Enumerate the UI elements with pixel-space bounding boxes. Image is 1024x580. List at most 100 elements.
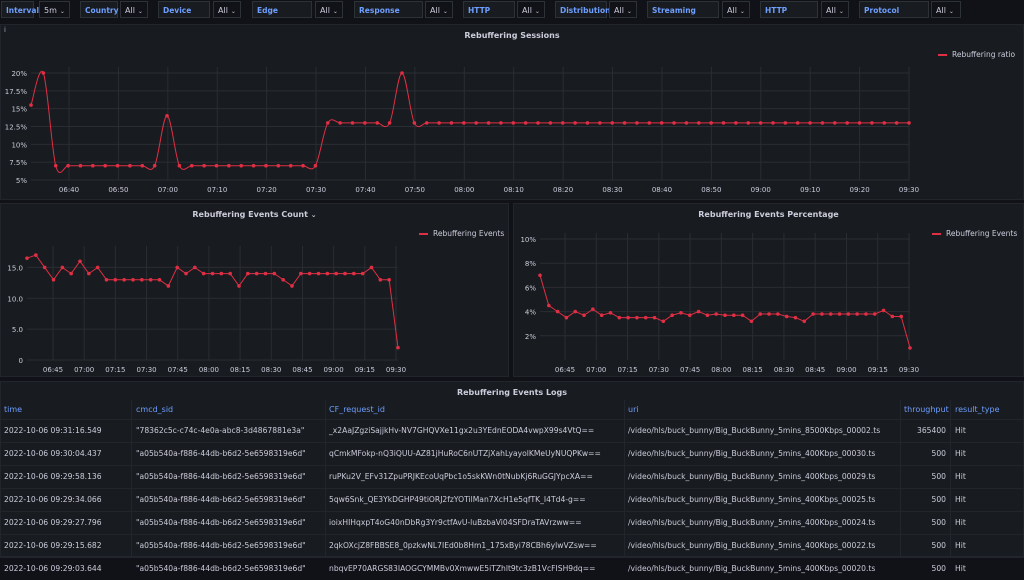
data-point[interactable]	[228, 272, 232, 276]
column-header-cf-request-id[interactable]: CF_request_id	[329, 405, 385, 419]
data-point[interactable]	[158, 278, 162, 282]
data-point[interactable]	[202, 164, 206, 168]
data-point[interactable]	[524, 121, 528, 125]
data-point[interactable]	[697, 310, 701, 314]
data-point[interactable]	[387, 278, 391, 282]
table-row[interactable]: 2022-10-06 09:29:27.796"a05b540a-f886-44…	[0, 511, 1024, 534]
data-point[interactable]	[644, 316, 648, 320]
data-point[interactable]	[538, 274, 542, 278]
data-point[interactable]	[246, 272, 250, 276]
data-point[interactable]	[648, 121, 652, 125]
data-point[interactable]	[116, 164, 120, 168]
data-point[interactable]	[820, 312, 824, 316]
data-point[interactable]	[688, 313, 692, 317]
data-point[interactable]	[767, 312, 771, 316]
data-point[interactable]	[290, 284, 294, 288]
data-point[interactable]	[69, 272, 73, 276]
data-point[interactable]	[547, 304, 551, 308]
data-point[interactable]	[103, 164, 107, 168]
data-point[interactable]	[52, 278, 56, 282]
data-point[interactable]	[573, 310, 577, 314]
data-point[interactable]	[653, 316, 657, 320]
data-point[interactable]	[299, 272, 303, 276]
data-point[interactable]	[565, 316, 569, 320]
data-point[interactable]	[821, 121, 825, 125]
data-point[interactable]	[895, 121, 899, 125]
var-select-distribution[interactable]: All⌄	[609, 1, 637, 18]
data-point[interactable]	[609, 311, 613, 315]
data-point[interactable]	[907, 121, 911, 125]
data-point[interactable]	[361, 272, 365, 276]
data-point[interactable]	[29, 103, 33, 107]
data-point[interactable]	[706, 313, 710, 317]
data-point[interactable]	[175, 266, 179, 270]
data-point[interactable]	[388, 121, 392, 125]
data-point[interactable]	[66, 164, 70, 168]
table-row[interactable]: 2022-10-06 09:29:15.682"a05b540a-f886-44…	[0, 534, 1024, 557]
var-select-protocol-version[interactable]: All⌄	[931, 1, 961, 18]
data-point[interactable]	[582, 313, 586, 317]
data-point[interactable]	[375, 121, 379, 125]
data-point[interactable]	[128, 164, 132, 168]
data-point[interactable]	[882, 309, 886, 313]
var-select-interval[interactable]: 5m⌄	[39, 1, 70, 18]
data-point[interactable]	[43, 266, 47, 270]
column-header-cmcd-sid[interactable]: cmcd_sid	[136, 405, 173, 419]
data-point[interactable]	[732, 313, 736, 317]
data-point[interactable]	[450, 121, 454, 125]
data-point[interactable]	[487, 121, 491, 125]
data-point[interactable]	[239, 164, 243, 168]
data-point[interactable]	[845, 121, 849, 125]
data-point[interactable]	[561, 121, 565, 125]
data-point[interactable]	[586, 121, 590, 125]
data-point[interactable]	[184, 272, 188, 276]
data-point[interactable]	[870, 121, 874, 125]
data-point[interactable]	[741, 313, 745, 317]
data-point[interactable]	[847, 312, 851, 316]
data-point[interactable]	[326, 121, 330, 125]
data-point[interactable]	[308, 272, 312, 276]
data-point[interactable]	[220, 272, 224, 276]
data-point[interactable]	[610, 121, 614, 125]
data-point[interactable]	[462, 121, 466, 125]
data-point[interactable]	[802, 319, 806, 323]
data-point[interactable]	[338, 121, 342, 125]
data-point[interactable]	[635, 316, 639, 320]
data-point[interactable]	[573, 121, 577, 125]
panel-rebuffering-events-percentage[interactable]: Rebuffering Events Percentage Rebufferin…	[513, 203, 1024, 377]
data-point[interactable]	[264, 164, 268, 168]
data-point[interactable]	[122, 278, 126, 282]
data-point[interactable]	[227, 164, 231, 168]
data-point[interactable]	[301, 164, 305, 168]
data-point[interactable]	[167, 284, 171, 288]
data-point[interactable]	[623, 121, 627, 125]
data-point[interactable]	[317, 272, 321, 276]
data-point[interactable]	[746, 121, 750, 125]
data-point[interactable]	[289, 164, 293, 168]
data-point[interactable]	[140, 278, 144, 282]
data-point[interactable]	[277, 164, 281, 168]
data-point[interactable]	[864, 312, 868, 316]
data-point[interactable]	[759, 121, 763, 125]
data-point[interactable]	[685, 121, 689, 125]
data-point[interactable]	[326, 272, 330, 276]
data-point[interactable]	[882, 121, 886, 125]
table-row[interactable]: 2022-10-06 09:31:16.549"78362c5c-c74c-4e…	[0, 419, 1024, 442]
data-point[interactable]	[808, 121, 812, 125]
data-point[interactable]	[413, 121, 417, 125]
column-header-uri[interactable]: uri	[628, 405, 639, 419]
data-point[interactable]	[91, 164, 95, 168]
data-point[interactable]	[598, 121, 602, 125]
data-point[interactable]	[556, 310, 560, 314]
data-point[interactable]	[771, 121, 775, 125]
column-header-time[interactable]: time	[4, 405, 22, 419]
data-point[interactable]	[709, 121, 713, 125]
panel-rebuffering-sessions[interactable]: i Rebuffering Sessions Rebuffering ratio…	[0, 24, 1024, 200]
var-select-response-result[interactable]: All⌄	[425, 1, 453, 18]
data-point[interactable]	[679, 311, 683, 315]
data-point[interactable]	[811, 312, 815, 316]
data-point[interactable]	[78, 259, 82, 263]
data-point[interactable]	[314, 164, 318, 168]
data-point[interactable]	[105, 278, 109, 282]
data-point[interactable]	[908, 346, 912, 350]
